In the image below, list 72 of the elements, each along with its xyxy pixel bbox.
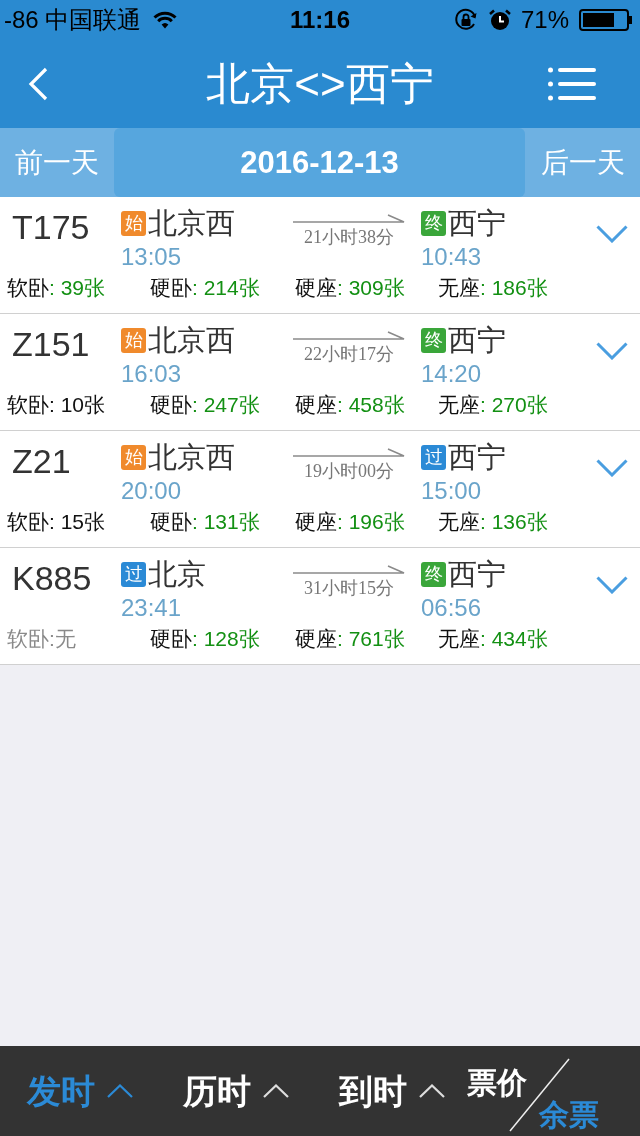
travel-duration: 21小时38分 xyxy=(304,226,394,248)
seat-availability: 硬座: 196张 xyxy=(295,509,405,535)
arrival-time: 06:56 xyxy=(421,593,482,623)
departure-time: 16:03 xyxy=(121,359,182,389)
seat-availability: 无座: 270张 xyxy=(438,392,548,418)
chevron-down-icon[interactable] xyxy=(596,342,628,360)
train-number: T175 xyxy=(12,208,90,246)
menu-icon xyxy=(548,67,596,101)
caret-up-icon xyxy=(419,1084,445,1098)
sort-toggle-option[interactable]: 票价 xyxy=(467,1066,527,1100)
seat-availability: 软卧: 10张 xyxy=(7,392,106,418)
seat-availability: 硬卧: 214张 xyxy=(150,275,260,301)
wifi-icon xyxy=(153,11,178,29)
station-type-badge: 终 xyxy=(421,327,446,353)
departure-time: 13:05 xyxy=(121,242,182,272)
station-type-badge: 终 xyxy=(421,210,446,236)
caret-up-icon xyxy=(263,1084,289,1098)
alarm-clock-icon xyxy=(488,9,511,31)
seat-availability: 无座: 186张 xyxy=(438,275,548,301)
train-row[interactable]: T175 始 北京西 13:05 21小时38分 终 西宁 10:43 软卧: 39张 硬卧: 214张 硬座: 309张 无座: 186张 xyxy=(0,197,640,314)
train-row[interactable]: Z151 始 北京西 16:03 22小时17分 终 西宁 14:20 软卧: 10张 硬卧: 247张 硬座: 458张 无座: 270张 xyxy=(0,314,640,431)
departure-time: 20:00 xyxy=(121,476,182,506)
station-type-badge: 过 xyxy=(121,561,146,587)
station-name: 北京西 xyxy=(148,207,235,239)
train-number: Z21 xyxy=(12,442,71,480)
seat-availability: 硬卧: 131张 xyxy=(150,509,260,535)
sort-option[interactable]: 历时 xyxy=(183,1071,289,1111)
train-row[interactable]: Z21 始 北京西 20:00 19小时00分 过 西宁 15:00 软卧: 15张 硬卧: 131张 硬座: 196张 无座: 136张 xyxy=(0,431,640,548)
departure-time: 23:41 xyxy=(121,593,182,623)
seat-availability: 硬卧: 128张 xyxy=(150,626,260,652)
train-row[interactable]: K885 过 北京 23:41 31小时15分 终 西宁 06:56 软卧:无 硬卧: 128张 硬座: 761张 无座: 434张 xyxy=(0,548,640,665)
seat-availability: 软卧: 39张 xyxy=(7,275,106,301)
seat-availability: 硬座: 458张 xyxy=(295,392,405,418)
station-name: 西宁 xyxy=(448,441,506,473)
chevron-down-icon[interactable] xyxy=(596,459,628,477)
travel-duration: 19小时00分 xyxy=(304,460,394,482)
arrival-time: 10:43 xyxy=(421,242,482,272)
station-name: 北京西 xyxy=(148,441,235,473)
caret-up-icon xyxy=(107,1084,133,1098)
station-type-badge: 始 xyxy=(121,327,146,353)
arrival-time: 14:20 xyxy=(421,359,482,389)
chevron-down-icon[interactable] xyxy=(596,225,628,243)
seat-availability: 软卧: 15张 xyxy=(7,509,106,535)
station-name: 北京西 xyxy=(148,324,235,356)
chevron-left-icon xyxy=(28,67,48,101)
battery-percentage: 71% xyxy=(520,6,569,34)
station-type-badge: 始 xyxy=(121,444,146,470)
sort-option[interactable]: 到时 xyxy=(339,1071,445,1111)
station-type-badge: 始 xyxy=(121,210,146,236)
seat-availability: 无座: 136张 xyxy=(438,509,548,535)
station-type-badge: 终 xyxy=(421,561,446,587)
station-name: 西宁 xyxy=(448,558,506,590)
battery-icon xyxy=(579,9,633,31)
travel-duration: 22小时17分 xyxy=(304,343,394,365)
train-number: Z151 xyxy=(12,325,90,363)
seat-availability: 硬卧: 247张 xyxy=(150,392,260,418)
seat-availability: 无座: 434张 xyxy=(438,626,548,652)
clock-time: 11:16 xyxy=(289,6,350,34)
station-name: 西宁 xyxy=(448,324,506,356)
station-type-badge: 过 xyxy=(421,444,446,470)
arrival-time: 15:00 xyxy=(421,476,482,506)
train-number: K885 xyxy=(12,559,92,597)
carrier-name: -86 中国联通 xyxy=(4,6,142,34)
chevron-down-icon[interactable] xyxy=(596,576,628,594)
rotation-lock-icon xyxy=(452,7,479,33)
travel-duration: 31小时15分 xyxy=(304,577,394,599)
station-name: 北京 xyxy=(148,558,206,590)
seat-availability: 硬座: 309张 xyxy=(295,275,405,301)
seat-availability: 硬座: 761张 xyxy=(295,626,405,652)
station-name: 西宁 xyxy=(448,207,506,239)
seat-availability: 软卧:无 xyxy=(7,626,76,652)
route-title: 北京<>西宁 xyxy=(206,58,434,110)
